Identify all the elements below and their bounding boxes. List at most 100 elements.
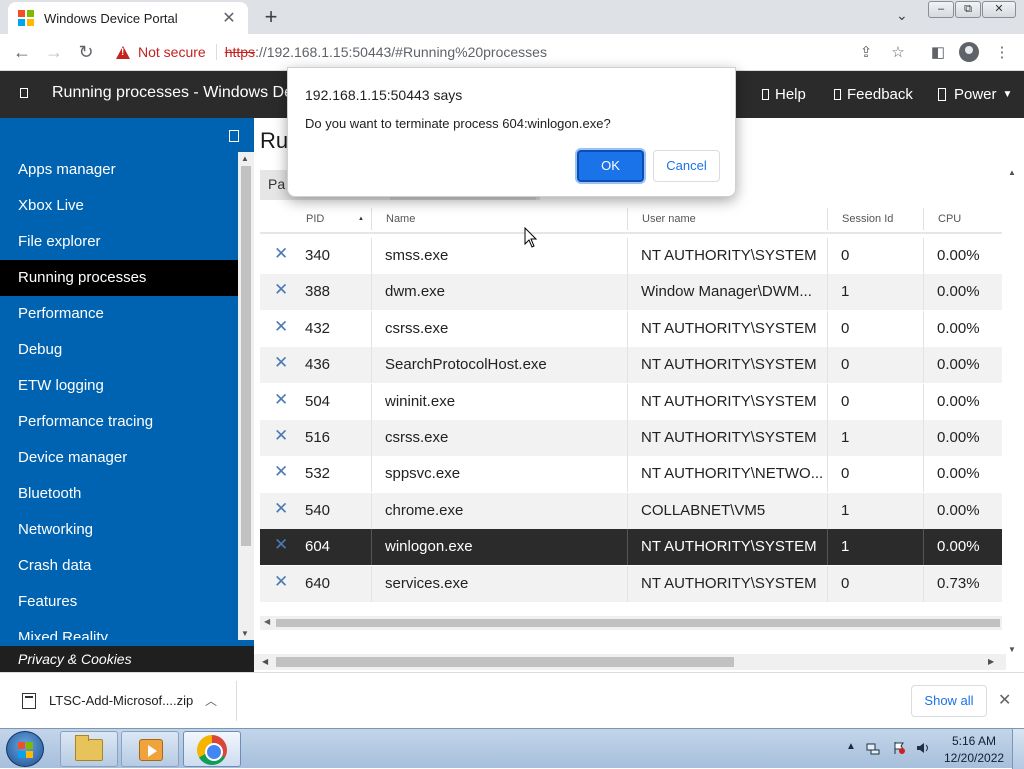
taskbar-file-explorer[interactable] [60, 731, 118, 767]
menu-toggle-icon[interactable] [20, 88, 28, 98]
table-row[interactable]: ✕ 532 sppsvc.exe NT AUTHORITY\NETWO... 0 0.00… [260, 456, 1002, 492]
column-header-pid[interactable]: PID [306, 213, 324, 225]
kill-process-icon[interactable]: ✕ [274, 317, 288, 337]
network-icon[interactable] [866, 741, 880, 755]
column-header-name[interactable]: Name [386, 213, 415, 225]
sidebar-item-device-manager[interactable]: Device manager [0, 440, 238, 476]
sidebar-item-performance[interactable]: Performance [0, 296, 238, 332]
content-scroll-thumb[interactable] [276, 657, 734, 667]
kill-process-icon[interactable]: ✕ [274, 244, 288, 264]
kill-process-icon[interactable]: ✕ [274, 353, 288, 373]
kill-process-icon[interactable]: ✕ [274, 280, 288, 300]
scroll-down-arrow-icon[interactable]: ▼ [241, 629, 249, 638]
cancel-button[interactable]: Cancel [653, 150, 720, 182]
sidebar-item-networking[interactable]: Networking [0, 512, 238, 548]
sidebar-item-apps-manager[interactable]: Apps manager [0, 152, 238, 188]
privacy-cookies-link[interactable]: Privacy & Cookies [0, 646, 254, 672]
browser-tab[interactable]: Windows Device Portal ✕ [8, 2, 248, 34]
address-bar[interactable]: Not secure https ://192.168.1.15:50443/#… [106, 38, 916, 66]
clock-time[interactable]: 5:16 AM [952, 734, 996, 748]
sidebar-scrollbar[interactable]: ▲ ▼ [238, 152, 254, 640]
table-row[interactable]: ✕ 540 chrome.exe COLLABNET\VM5 1 0.00% [260, 493, 1002, 529]
scroll-up-arrow-icon[interactable]: ▲ [241, 154, 249, 163]
table-row[interactable]: ✕ 436 SearchProtocolHost.exe NT AUTHORITY\S… [260, 347, 1002, 383]
sidebar-item-xbox-live[interactable]: Xbox Live [0, 188, 238, 224]
sidebar-item-mixed-reality[interactable]: Mixed Reality [0, 620, 238, 640]
reload-icon[interactable]: ↻ [76, 42, 96, 63]
kill-process-icon[interactable]: ✕ [274, 499, 288, 519]
tab-first[interactable]: Pa [268, 176, 285, 192]
chevron-up-icon[interactable]: ︿ [205, 692, 217, 709]
sidebar-item-features[interactable]: Features [0, 584, 238, 620]
bookmark-star-icon[interactable]: ☆ [888, 43, 908, 61]
volume-icon[interactable] [916, 741, 930, 755]
restore-window-button[interactable]: ⧉ [955, 1, 981, 18]
tab-search-chevron-icon[interactable]: ⌄ [896, 7, 908, 24]
table-horizontal-scrollbar[interactable]: ◀ [260, 616, 1002, 630]
forward-arrow-icon[interactable]: → [44, 42, 64, 63]
scroll-right-arrow-icon[interactable]: ▶ [988, 657, 994, 666]
table-row[interactable]: ✕ 516 csrss.exe NT AUTHORITY\SYSTEM 1 0.00% [260, 420, 1002, 456]
show-hidden-icons-icon[interactable]: ▲ [846, 741, 856, 752]
column-header-user[interactable]: User name [642, 213, 696, 225]
not-secure-label[interactable]: Not secure [138, 44, 206, 60]
kill-process-icon[interactable]: ✕ [274, 572, 288, 592]
kill-process-icon[interactable]: ✕ [274, 535, 288, 555]
table-row[interactable]: ✕ 340 smss.exe NT AUTHORITY\SYSTEM 0 0.00% [260, 238, 1002, 274]
help-link[interactable]: Help [762, 86, 806, 103]
tab-close-icon[interactable]: ✕ [220, 8, 238, 28]
kill-process-icon[interactable]: ✕ [274, 390, 288, 410]
profile-avatar[interactable] [959, 42, 979, 62]
sidebar-scroll-thumb[interactable] [241, 166, 251, 546]
share-icon[interactable]: ⇪ [856, 43, 876, 61]
back-arrow-icon[interactable]: ← [12, 42, 32, 63]
new-tab-button[interactable]: + [260, 4, 282, 30]
sidebar-item-performance-tracing[interactable]: Performance tracing [0, 404, 238, 440]
table-row[interactable]: ✕ 504 wininit.exe NT AUTHORITY\SYSTEM 0 0.00% [260, 384, 1002, 420]
power-menu[interactable]: Power ▼ [938, 86, 1012, 103]
download-file-name[interactable]: LTSC-Add-Microsof....zip [49, 693, 193, 708]
table-scroll-thumb[interactable] [276, 619, 1000, 627]
cell-divider [371, 238, 372, 274]
column-header-session[interactable]: Session Id [842, 213, 893, 225]
table-row[interactable]: ✕ 604 winlogon.exe NT AUTHORITY\SYSTEM 1 0.00… [260, 529, 1002, 565]
scroll-left-arrow-icon[interactable]: ◀ [262, 657, 268, 666]
side-panel-icon[interactable]: ◧ [928, 43, 948, 61]
sidebar-item-file-explorer[interactable]: File explorer [0, 224, 238, 260]
ok-button[interactable]: OK [577, 150, 644, 182]
content-vertical-scrollbar[interactable]: ▲ ▼ [1004, 168, 1020, 654]
sidebar-item-etw-logging[interactable]: ETW logging [0, 368, 238, 404]
browser-menu-icon[interactable]: ⋮ [992, 43, 1012, 61]
sidebar-item-bluetooth[interactable]: Bluetooth [0, 476, 238, 512]
close-shelf-icon[interactable]: ✕ [998, 690, 1011, 710]
close-window-button[interactable]: ✕ [982, 1, 1016, 18]
table-row[interactable]: ✕ 388 dwm.exe Window Manager\DWM... 1 0.00% [260, 274, 1002, 310]
show-desktop-button[interactable] [1012, 729, 1024, 769]
minimize-window-button[interactable]: – [928, 1, 954, 18]
table-row[interactable]: ✕ 432 csrss.exe NT AUTHORITY\SYSTEM 0 0.00% [260, 311, 1002, 347]
kill-process-icon[interactable]: ✕ [274, 426, 288, 446]
content-horizontal-scrollbar[interactable]: ◀ ▶ [254, 654, 1006, 670]
sort-ascending-icon: ▲ [358, 216, 364, 222]
taskbar-chrome[interactable] [183, 731, 241, 767]
clock-date[interactable]: 12/20/2022 [944, 751, 1004, 765]
column-header-cpu[interactable]: CPU [938, 213, 961, 225]
column-divider[interactable] [371, 208, 372, 230]
sidebar-item-debug[interactable]: Debug [0, 332, 238, 368]
column-divider[interactable] [923, 208, 924, 230]
scroll-down-arrow-icon[interactable]: ▼ [1008, 645, 1016, 654]
action-center-flag-icon[interactable] [892, 741, 906, 755]
scroll-up-arrow-icon[interactable]: ▲ [1008, 168, 1016, 177]
sidebar-item-running-processes[interactable]: Running processes [0, 260, 238, 296]
column-divider[interactable] [627, 208, 628, 230]
sidebar-item-crash-data[interactable]: Crash data [0, 548, 238, 584]
column-divider[interactable] [827, 208, 828, 230]
show-all-button[interactable]: Show all [911, 685, 987, 717]
pin-sidebar-icon[interactable] [229, 130, 239, 142]
scroll-left-arrow-icon[interactable]: ◀ [264, 617, 270, 626]
taskbar-media-player[interactable] [121, 731, 179, 767]
start-button[interactable] [6, 731, 44, 767]
kill-process-icon[interactable]: ✕ [274, 462, 288, 482]
feedback-link[interactable]: Feedback [834, 86, 913, 103]
table-row[interactable]: ✕ 640 services.exe NT AUTHORITY\SYSTEM 0 0.73… [260, 566, 1002, 602]
